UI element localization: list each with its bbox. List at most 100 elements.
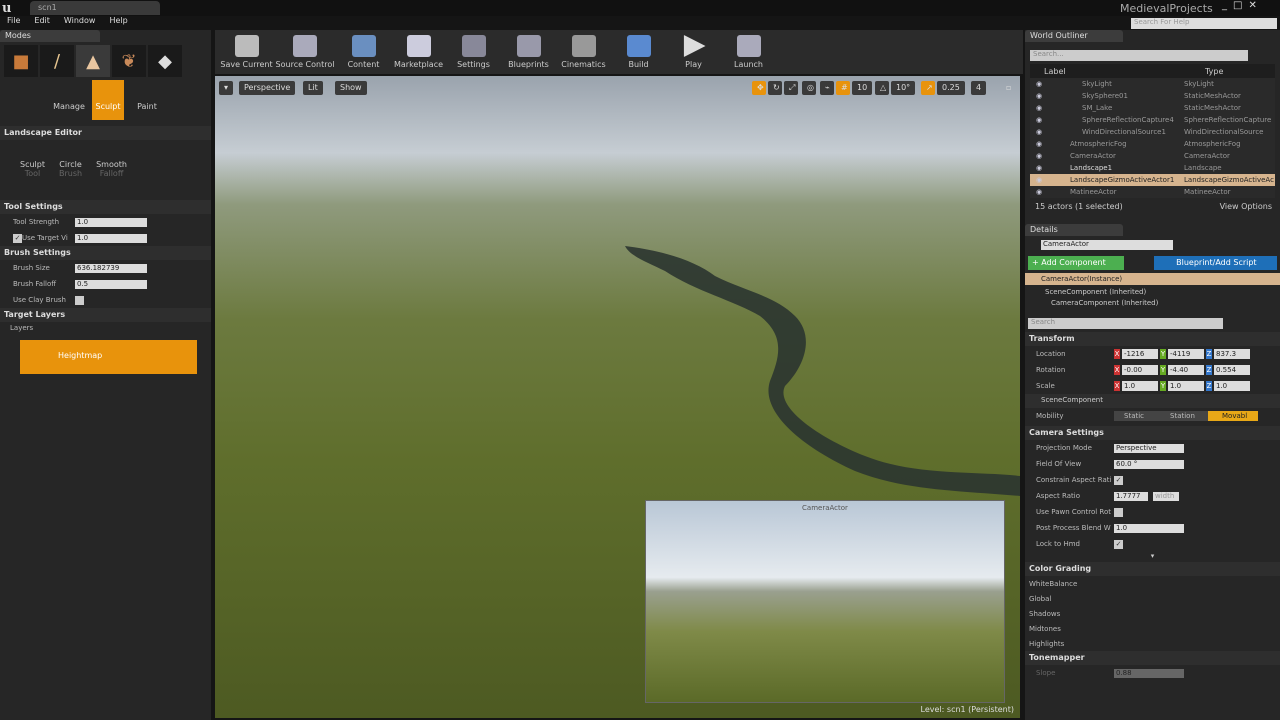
brush-falloff-field[interactable]: 0.5 <box>75 279 147 289</box>
location-x[interactable]: -1216 <box>1122 349 1158 359</box>
blueprint-add-script-button[interactable]: Blueprint/Add Script <box>1154 256 1277 270</box>
visibility-eye-icon[interactable]: ◉ <box>1036 152 1048 160</box>
location-label[interactable]: Location <box>1036 350 1114 358</box>
menu-window[interactable]: Window <box>64 16 96 30</box>
translate-icon[interactable]: ✥ <box>752 81 766 95</box>
tool-strength-field[interactable]: 1.0 <box>75 217 147 227</box>
level-tab[interactable]: scn1 <box>30 1 160 15</box>
marketplace-button[interactable]: Marketplace <box>391 30 446 74</box>
rotate-icon[interactable]: ↻ <box>768 81 782 95</box>
outliner-search-input[interactable]: Search... <box>1030 50 1248 61</box>
fov-field[interactable]: 60.0 ° <box>1114 459 1184 469</box>
visibility-eye-icon[interactable]: ◉ <box>1036 92 1048 100</box>
color-grading-header[interactable]: Color Grading <box>1025 562 1280 576</box>
brush-size-field[interactable]: 636.182739 <box>75 263 147 273</box>
slope-field[interactable]: 0.88 <box>1114 668 1184 678</box>
details-tab[interactable]: Details <box>1025 224 1123 236</box>
add-component-button[interactable]: + Add Component <box>1028 256 1125 270</box>
maximize-button[interactable]: □ <box>1233 0 1242 11</box>
help-search-input[interactable]: Search For Help <box>1131 18 1277 29</box>
type-column-header[interactable]: Type <box>1205 67 1223 76</box>
outliner-row[interactable]: ◉ SkyLight SkyLight <box>1030 78 1275 90</box>
outliner-row[interactable]: ◉ SkySphere01 StaticMeshActor <box>1030 90 1275 102</box>
scale-snap-icon[interactable]: ↗ <box>921 81 935 95</box>
world-outliner-tab[interactable]: World Outliner <box>1025 30 1123 42</box>
blend-field[interactable]: 1.0 <box>1114 523 1184 533</box>
scale-x[interactable]: 1.0 <box>1122 381 1158 391</box>
menu-help[interactable]: Help <box>109 16 127 30</box>
landscape-mode-icon[interactable]: ▲ <box>76 45 110 77</box>
brush-settings-header[interactable]: Brush Settings <box>0 246 211 260</box>
settings-button[interactable]: Settings <box>446 30 501 74</box>
details-search-input[interactable]: Search <box>1028 318 1223 329</box>
cg-item[interactable]: Midtones <box>1025 621 1280 636</box>
location-z[interactable]: 837.3 <box>1214 349 1250 359</box>
rotation-y[interactable]: -4.40 <box>1168 365 1204 375</box>
minimize-button[interactable]: _ <box>1222 0 1227 11</box>
visibility-eye-icon[interactable]: ◉ <box>1036 128 1048 136</box>
camera-settings-header[interactable]: Camera Settings <box>1025 426 1280 440</box>
instance-row[interactable]: CameraActor(Instance) <box>1025 273 1280 285</box>
outliner-row[interactable]: ◉ MatineeActor MatineeActor <box>1030 186 1275 198</box>
save-current-button[interactable]: Save Current <box>219 30 274 74</box>
scene-component-section[interactable]: SceneComponent <box>1025 394 1280 408</box>
grid-snap-icon[interactable]: # <box>836 81 850 95</box>
outliner-row[interactable]: ◉ SM_Lake StaticMeshActor <box>1030 102 1275 114</box>
grid-snap-value[interactable]: 10 <box>852 81 873 95</box>
launch-button[interactable]: Launch <box>721 30 776 74</box>
heightmap-layer[interactable]: Heightmap <box>20 340 197 374</box>
actor-name-field[interactable]: CameraActor <box>1041 240 1173 250</box>
aspect-field[interactable]: 1.7777 <box>1114 491 1148 501</box>
cinematics-button[interactable]: Cinematics <box>556 30 611 74</box>
mobility-stationary[interactable]: Station <box>1160 411 1208 421</box>
rotation-snap-icon[interactable]: △ <box>875 81 889 95</box>
mobility-movable[interactable]: Movabl <box>1208 411 1258 421</box>
rotation-label[interactable]: Rotation <box>1036 366 1114 374</box>
scale-z[interactable]: 1.0 <box>1214 381 1250 391</box>
source-control-button[interactable]: Source Control <box>274 30 336 74</box>
pawn-rot-checkbox[interactable] <box>1114 507 1123 517</box>
play-button[interactable]: Play <box>666 30 721 74</box>
cg-item[interactable]: WhiteBalance <box>1025 576 1280 591</box>
advanced-expand-icon[interactable]: ▾ <box>1025 552 1280 562</box>
rotation-z[interactable]: 0.554 <box>1214 365 1250 375</box>
maximize-viewport-icon[interactable]: ▫ <box>1001 81 1013 95</box>
label-column-header[interactable]: Label <box>1030 67 1205 76</box>
scale-icon[interactable]: ⤢ <box>784 81 798 95</box>
paint-mode-icon[interactable]: / <box>40 45 74 77</box>
outliner-row[interactable]: ◉ Landscape1 Landscape <box>1030 162 1275 174</box>
smooth-falloff-button[interactable]: Smooth Falloff <box>96 160 127 200</box>
outliner-row[interactable]: ◉ WindDirectionalSource1 WindDirectionalSo… <box>1030 126 1275 138</box>
landscape-editor-header[interactable]: Landscape Editor <box>0 126 211 140</box>
use-target-checkbox[interactable]: ✓ <box>13 233 22 243</box>
foliage-mode-icon[interactable]: ❦ <box>112 45 146 77</box>
scale-y[interactable]: 1.0 <box>1168 381 1204 391</box>
mobility-static[interactable]: Static <box>1114 411 1160 421</box>
scale-snap-value[interactable]: 0.25 <box>937 81 965 95</box>
outliner-row[interactable]: ◉ AtmosphericFog AtmosphericFog <box>1030 138 1275 150</box>
outliner-row[interactable]: ◉ SphereReflectionCapture4 SphereReflectio… <box>1030 114 1275 126</box>
visibility-eye-icon[interactable]: ◉ <box>1036 140 1048 148</box>
cg-item[interactable]: Highlights <box>1025 636 1280 651</box>
lit-button[interactable]: Lit <box>303 81 323 95</box>
cg-item[interactable]: Shadows <box>1025 606 1280 621</box>
outliner-row[interactable]: ◉ LandscapeGizmoActiveActor1 LandscapeGizm… <box>1030 174 1275 186</box>
hmd-checkbox[interactable]: ✓ <box>1114 539 1123 549</box>
camera-speed-button[interactable]: 4 <box>971 81 987 95</box>
visibility-eye-icon[interactable]: ◉ <box>1036 188 1048 196</box>
surface-snap-icon[interactable]: ⌁ <box>820 81 834 95</box>
level-viewport[interactable]: ▾ Perspective Lit Show ✥ ↻ ⤢ ◎ ⌁ # 10 △ … <box>215 76 1020 718</box>
rotation-x[interactable]: -0.00 <box>1122 365 1158 375</box>
perspective-button[interactable]: Perspective <box>239 81 296 95</box>
tool-settings-header[interactable]: Tool Settings <box>0 200 211 214</box>
content-button[interactable]: Content <box>336 30 391 74</box>
world-local-icon[interactable]: ◎ <box>802 81 816 95</box>
scale-label[interactable]: Scale <box>1036 382 1114 390</box>
blueprints-button[interactable]: Blueprints <box>501 30 556 74</box>
visibility-eye-icon[interactable]: ◉ <box>1036 176 1048 184</box>
paint-button[interactable]: Paint <box>130 80 164 120</box>
aspect-axis-dropdown[interactable]: width <box>1153 491 1179 501</box>
menu-edit[interactable]: Edit <box>34 16 50 30</box>
sculpt-button[interactable]: Sculpt <box>92 80 124 120</box>
menu-file[interactable]: File <box>7 16 20 30</box>
